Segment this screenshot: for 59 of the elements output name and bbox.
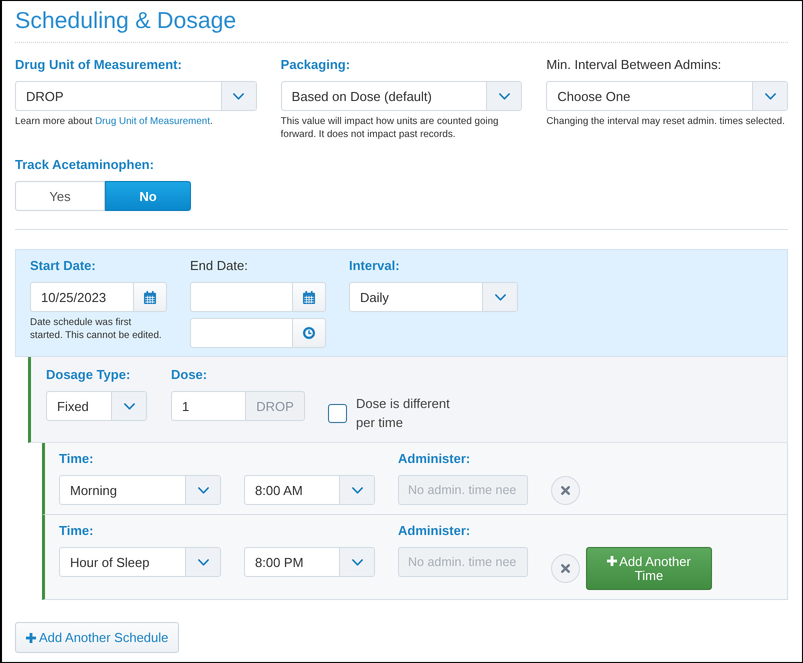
clock-time-select[interactable]: 8:00 PM <box>244 547 375 577</box>
field-label: End Date: <box>190 258 248 274</box>
calendar-icon <box>144 290 156 304</box>
chevron-down-icon <box>764 92 776 100</box>
chevron-down-icon <box>352 558 362 566</box>
page-title: Scheduling & Dosage <box>15 6 238 34</box>
calendar-button[interactable] <box>292 282 326 312</box>
dose-field[interactable]: 1 <box>171 391 245 421</box>
help-text: Learn more about Drug Unit of Measurement. <box>15 115 214 128</box>
field-label: Administer: <box>398 523 470 539</box>
field-label: Time: <box>59 523 94 539</box>
remove-button[interactable] <box>551 476 580 504</box>
unit-label: DROP <box>245 391 305 421</box>
clock-button[interactable] <box>292 318 326 348</box>
field-label: Time: <box>59 451 94 467</box>
time-field[interactable] <box>190 318 292 348</box>
field-label: Dosage Type: <box>46 367 130 383</box>
field-label: Dose: <box>171 367 208 383</box>
time-slot-select[interactable]: Morning <box>59 475 221 505</box>
field-label: Start Date: <box>30 258 96 274</box>
interval-select[interactable]: Choose One <box>546 81 788 111</box>
checkbox-label: Dose is different per time <box>356 395 451 432</box>
chevron-down-icon <box>494 294 506 300</box>
plus-icon <box>607 556 618 566</box>
calendar-icon <box>303 290 315 304</box>
chevron-down-icon <box>198 486 208 494</box>
field-label: Track Acetaminophen: <box>15 157 154 173</box>
field-label: Drug Unit of Measurement: <box>15 57 182 73</box>
field-label: Packaging: <box>280 57 350 73</box>
plus-icon <box>26 632 36 642</box>
packaging-select[interactable]: Based on Dose (default) <box>280 81 522 111</box>
chevron-down-icon <box>233 92 244 100</box>
add-schedule-button[interactable]: Add Another Schedule <box>15 622 180 653</box>
chevron-down-icon <box>352 486 362 494</box>
add-time-button[interactable]: Add Another Time <box>586 547 712 590</box>
time-slot-select[interactable]: Hour of Sleep <box>59 547 221 577</box>
toggle-option[interactable]: Yes <box>15 181 105 211</box>
clock-icon <box>303 327 315 339</box>
remove-button[interactable] <box>551 554 580 583</box>
chevron-down-icon <box>498 92 510 100</box>
help-text: Changing the interval may reset admin. times selected. <box>546 115 786 128</box>
checkbox[interactable] <box>328 404 347 422</box>
close-icon <box>561 564 570 573</box>
field-label: Min. Interval Between Admins: <box>546 57 722 73</box>
close-icon <box>561 486 570 494</box>
date-field[interactable] <box>190 282 292 312</box>
unit-select[interactable]: DROP <box>15 81 257 111</box>
chevron-down-icon <box>124 402 134 410</box>
field-label: Interval: <box>349 258 400 274</box>
date-field[interactable]: 10/25/2023 <box>30 282 133 312</box>
clock-time-select[interactable]: 8:00 AM <box>244 475 375 505</box>
help-link[interactable]: Drug Unit of Measurement <box>95 116 210 127</box>
interval-select[interactable]: Daily <box>349 282 518 312</box>
calendar-button[interactable] <box>133 282 167 312</box>
help-text: This value will impact how units are counted going forward. It does not impact past records. <box>280 115 500 141</box>
dosage-type-select[interactable]: Fixed <box>46 391 147 421</box>
field-label: Administer: <box>398 451 470 467</box>
chevron-down-icon <box>198 558 208 566</box>
help-text: Date schedule was first started. This cannot be edited. <box>30 316 163 342</box>
